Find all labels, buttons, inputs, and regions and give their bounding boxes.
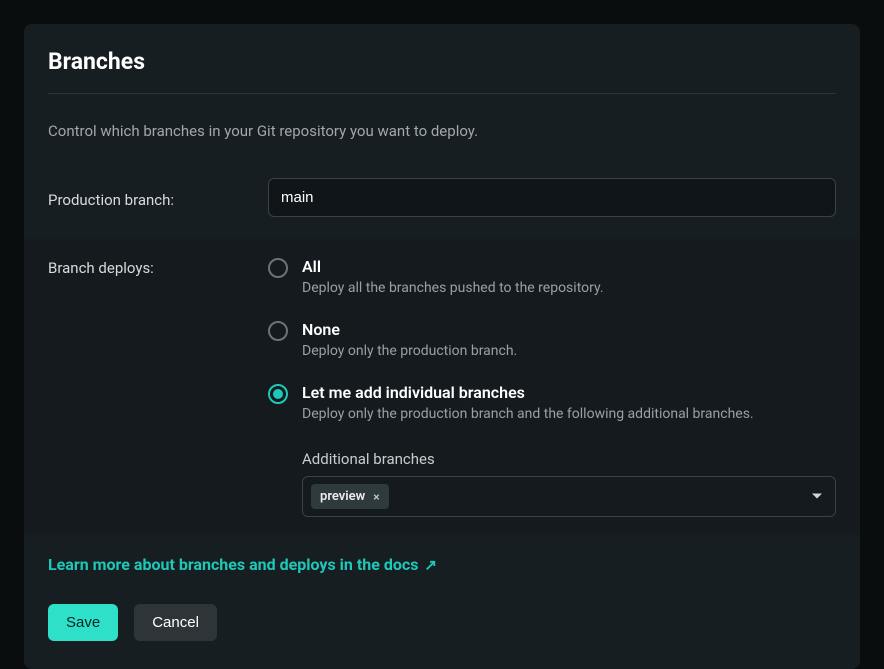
remove-chip-icon[interactable]: ×	[373, 490, 379, 504]
save-button[interactable]: Save	[48, 604, 118, 641]
chevron-down-icon	[811, 487, 823, 506]
cancel-button[interactable]: Cancel	[134, 604, 217, 641]
radio-icon	[268, 321, 288, 341]
docs-link[interactable]: Learn more about branches and deploys in…	[48, 555, 437, 574]
panel-description: Control which branches in your Git repos…	[48, 122, 836, 140]
branch-deploys-row: Branch deploys: All Deploy all the branc…	[24, 239, 860, 535]
chip-label: preview	[320, 489, 365, 504]
additional-branches-label: Additional branches	[302, 450, 836, 468]
radio-option-all[interactable]: All Deploy all the branches pushed to th…	[268, 257, 836, 296]
production-branch-input[interactable]	[268, 178, 836, 217]
radio-subtitle: Deploy only the production branch.	[302, 343, 836, 359]
branch-chip: preview ×	[311, 484, 389, 509]
docs-link-label: Learn more about branches and deploys in…	[48, 555, 418, 574]
additional-branches-section: Additional branches preview ×	[268, 450, 836, 517]
production-branch-row: Production branch:	[48, 168, 836, 217]
radio-title: None	[302, 320, 340, 339]
chips-container: preview ×	[311, 484, 389, 509]
radio-title: Let me add individual branches	[302, 383, 525, 402]
button-row: Save Cancel	[48, 604, 836, 641]
radio-subtitle: Deploy all the branches pushed to the re…	[302, 280, 836, 296]
radio-icon	[268, 384, 288, 404]
additional-branches-select[interactable]: preview ×	[302, 476, 836, 517]
production-branch-label: Production branch:	[48, 187, 268, 209]
radio-subtitle: Deploy only the production branch and th…	[302, 406, 836, 422]
branches-panel: Branches Control which branches in your …	[24, 24, 860, 669]
branch-deploys-label: Branch deploys:	[48, 257, 268, 277]
panel-title: Branches	[48, 48, 836, 94]
branch-deploys-radio-group: All Deploy all the branches pushed to th…	[268, 257, 836, 422]
radio-icon	[268, 258, 288, 278]
radio-option-none[interactable]: None Deploy only the production branch.	[268, 320, 836, 359]
external-link-icon: ↗	[424, 556, 437, 574]
radio-option-individual[interactable]: Let me add individual branches Deploy on…	[268, 383, 836, 422]
radio-title: All	[302, 257, 321, 276]
